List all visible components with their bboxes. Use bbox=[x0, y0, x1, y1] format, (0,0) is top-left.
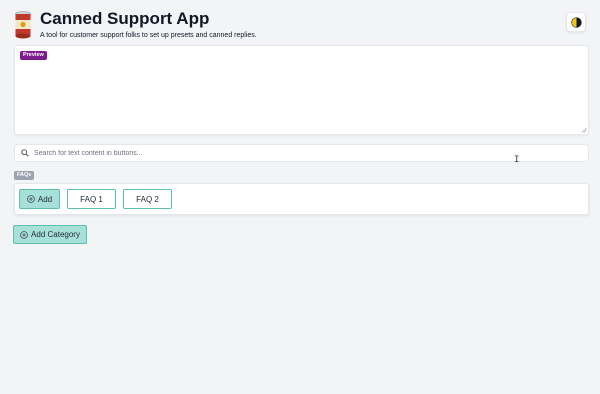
header: Canned Support App A tool for customer s… bbox=[14, 8, 257, 39]
add-category-label: Add Category bbox=[31, 230, 80, 239]
page-subtitle: A tool for customer support folks to set… bbox=[40, 32, 257, 39]
faq-2-button[interactable]: FAQ 2 bbox=[123, 189, 172, 209]
add-button-label: Add bbox=[37, 194, 53, 204]
faq-1-button[interactable]: FAQ 1 bbox=[67, 189, 116, 209]
category-badge: FAQs bbox=[14, 171, 35, 180]
category-card: Add FAQ 1 FAQ 2 bbox=[14, 183, 589, 215]
page-title: Canned Support App bbox=[40, 9, 210, 28]
search-input[interactable] bbox=[34, 149, 554, 157]
theme-toggle-icon bbox=[570, 16, 582, 28]
app-root: Canned Support App A tool for customer s… bbox=[0, 0, 600, 394]
plus-circle-icon bbox=[20, 230, 28, 239]
search-icon bbox=[21, 149, 29, 157]
preview-badge: Preview bbox=[20, 51, 47, 60]
theme-toggle-button[interactable] bbox=[566, 12, 586, 32]
plus-circle-icon bbox=[27, 195, 35, 203]
add-button[interactable]: Add bbox=[19, 189, 60, 209]
resize-handle-icon[interactable] bbox=[581, 127, 587, 133]
search-bar bbox=[14, 144, 589, 162]
add-category-button[interactable]: Add Category bbox=[13, 225, 87, 244]
text-cursor-icon: I bbox=[514, 155, 520, 165]
soup-can-icon bbox=[15, 11, 31, 39]
preview-textarea[interactable]: Preview bbox=[14, 45, 589, 135]
title-block: Canned Support App A tool for customer s… bbox=[40, 9, 257, 39]
